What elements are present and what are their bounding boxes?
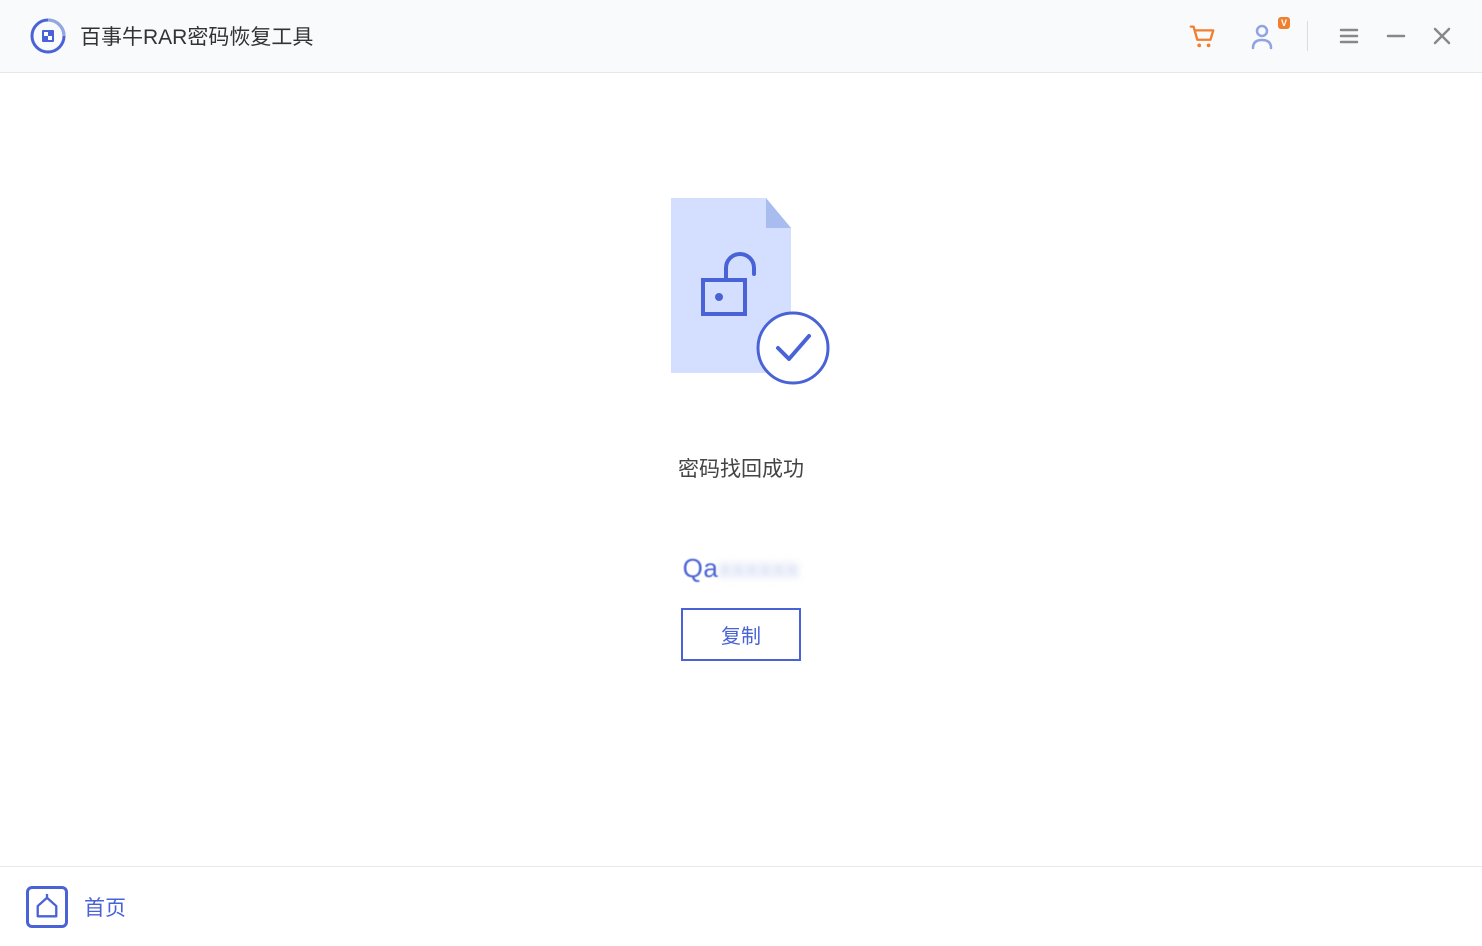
app-header: 百事牛RAR密码恢复工具 V bbox=[0, 0, 1482, 73]
vip-badge: V bbox=[1278, 17, 1290, 29]
home-icon[interactable] bbox=[26, 886, 68, 928]
header-divider bbox=[1307, 21, 1308, 51]
recovered-password: Qaxxxxxx bbox=[683, 553, 800, 584]
password-visible-part: Qa bbox=[683, 553, 719, 583]
header-right: V bbox=[1187, 21, 1452, 51]
home-label[interactable]: 首页 bbox=[84, 892, 126, 922]
account-icon[interactable]: V bbox=[1247, 21, 1277, 51]
status-message: 密码找回成功 bbox=[678, 453, 804, 483]
main-content: 密码找回成功 Qaxxxxxx 复制 bbox=[0, 73, 1482, 866]
success-illustration-icon bbox=[651, 198, 831, 393]
menu-icon[interactable] bbox=[1338, 25, 1360, 47]
password-blurred-part: xxxxxx bbox=[718, 553, 799, 583]
copy-button[interactable]: 复制 bbox=[681, 608, 801, 661]
cart-icon[interactable] bbox=[1187, 21, 1217, 51]
app-footer: 首页 bbox=[0, 866, 1482, 946]
header-left: 百事牛RAR密码恢复工具 bbox=[30, 18, 313, 54]
minimize-icon[interactable] bbox=[1386, 26, 1406, 46]
window-controls bbox=[1338, 25, 1452, 47]
app-title: 百事牛RAR密码恢复工具 bbox=[80, 21, 313, 51]
app-logo-icon bbox=[30, 18, 66, 54]
close-icon[interactable] bbox=[1432, 26, 1452, 46]
